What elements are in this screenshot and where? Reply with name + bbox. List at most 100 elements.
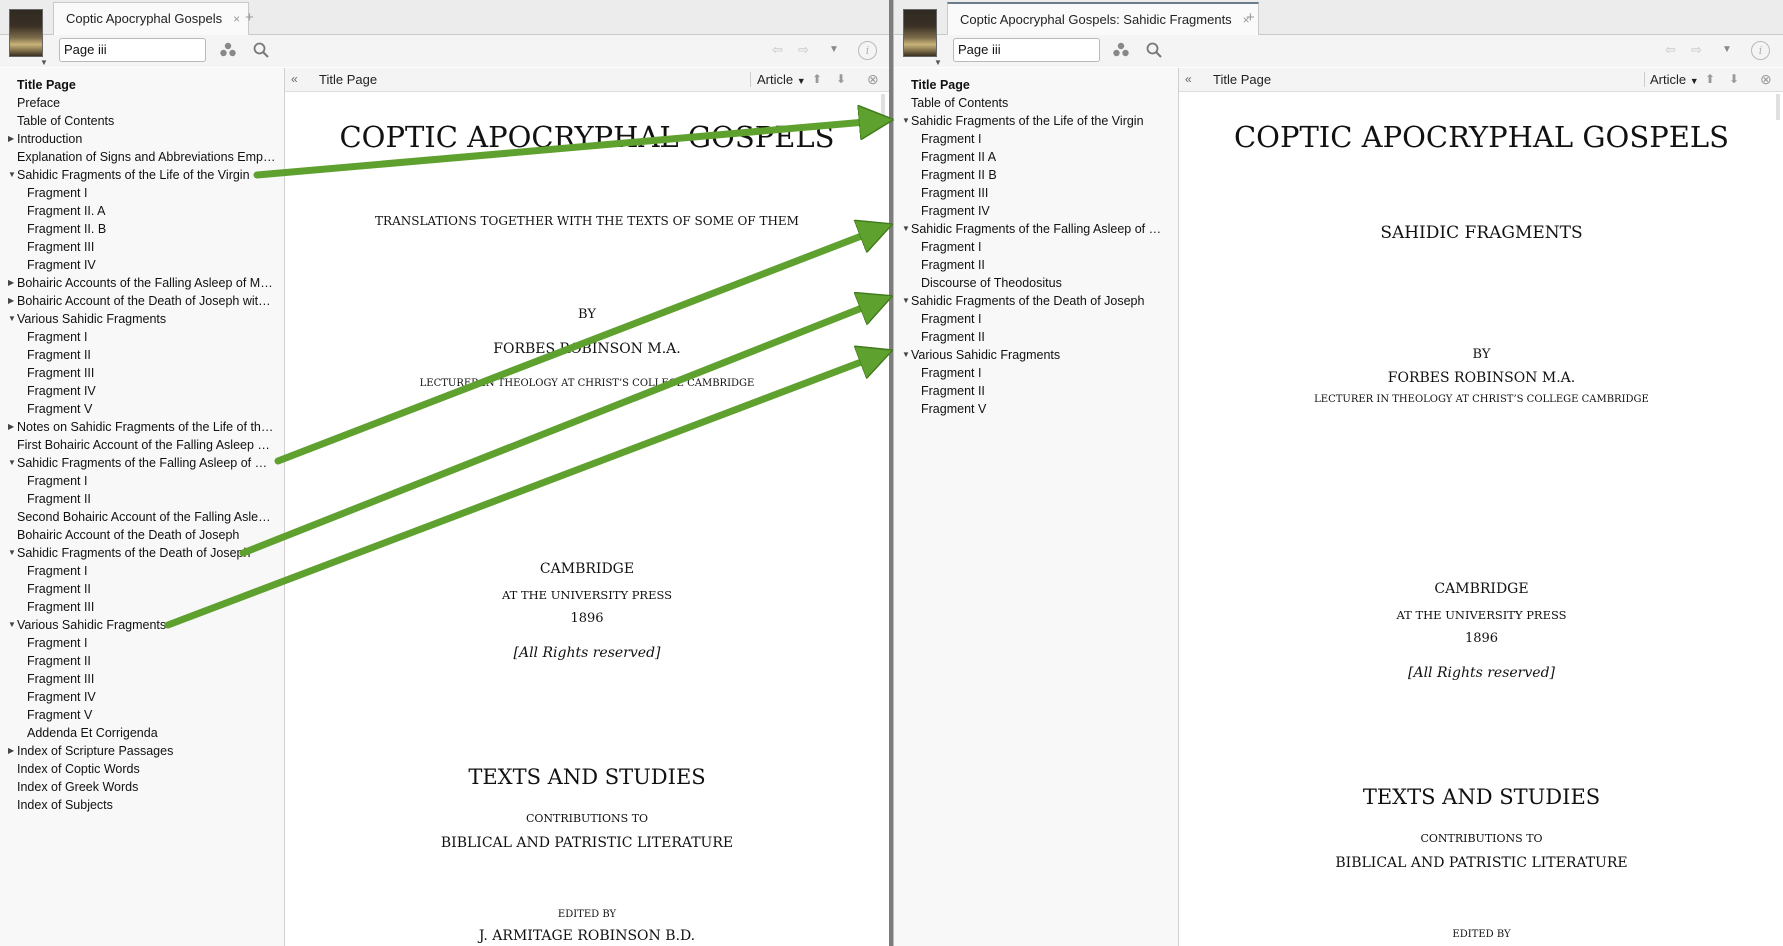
info-icon[interactable]: i bbox=[858, 41, 877, 60]
back-arrow-icon[interactable]: ⇦ bbox=[772, 42, 783, 58]
toc-item[interactable]: Discourse of Theodositus bbox=[921, 275, 1170, 291]
toc-item[interactable]: Fragment I bbox=[27, 329, 276, 345]
toc-item[interactable]: Fragment II bbox=[27, 653, 276, 669]
dropdown-icon[interactable]: ▼ bbox=[1722, 44, 1732, 55]
thumbnail-dropdown-icon[interactable]: ▼ bbox=[934, 58, 942, 67]
toc-item[interactable]: Fragment II. A bbox=[27, 203, 276, 219]
toc-item[interactable]: Fragment V bbox=[921, 401, 1170, 417]
toc-item[interactable]: Fragment IV bbox=[921, 203, 1170, 219]
toc-item[interactable]: Fragment V bbox=[27, 707, 276, 723]
toc-item[interactable]: Fragment II bbox=[27, 581, 276, 597]
expanded-triangle-icon[interactable]: ▼ bbox=[8, 455, 16, 471]
close-circle-icon[interactable]: ⊗ bbox=[867, 68, 879, 91]
toc-item[interactable]: Various Sahidic Fragments bbox=[911, 347, 1170, 363]
people-icon[interactable] bbox=[1112, 41, 1130, 59]
new-tab-button[interactable]: + bbox=[245, 4, 254, 32]
toc-item[interactable]: Addenda Et Corrigenda bbox=[27, 725, 276, 741]
info-icon[interactable]: i bbox=[1751, 41, 1770, 60]
close-circle-icon[interactable]: ⊗ bbox=[1760, 68, 1772, 91]
toc-item[interactable]: Sahidic Fragments of the Life of the Vir… bbox=[17, 167, 276, 183]
toc-item[interactable]: Index of Subjects bbox=[17, 797, 276, 813]
toc-item[interactable]: Table of Contents bbox=[17, 113, 276, 129]
toc-item[interactable]: Fragment IV bbox=[27, 257, 276, 273]
toc-item[interactable]: Fragment V bbox=[27, 401, 276, 417]
tab-coptic-apocryphal-gospels[interactable]: Coptic Apocryphal Gospels × bbox=[53, 2, 250, 35]
back-arrow-icon[interactable]: ⇦ bbox=[1665, 42, 1676, 58]
toc-item[interactable]: Fragment II bbox=[921, 257, 1170, 273]
toc-item[interactable]: Fragment I bbox=[921, 311, 1170, 327]
collapsed-triangle-icon[interactable]: ▶ bbox=[8, 131, 14, 147]
down-arrow-icon[interactable]: ⬇ bbox=[836, 68, 846, 91]
up-arrow-icon[interactable]: ⬆ bbox=[812, 68, 822, 91]
toc-item[interactable]: Fragment I bbox=[27, 473, 276, 489]
expanded-triangle-icon[interactable]: ▼ bbox=[902, 293, 910, 309]
thumbnail-dropdown-icon[interactable]: ▼ bbox=[40, 58, 48, 67]
expanded-triangle-icon[interactable]: ▼ bbox=[902, 347, 910, 363]
toc-item[interactable]: Fragment IV bbox=[27, 383, 276, 399]
toc-item[interactable]: Fragment III bbox=[921, 185, 1170, 201]
collapsed-triangle-icon[interactable]: ▶ bbox=[8, 743, 14, 759]
collapsed-triangle-icon[interactable]: ▶ bbox=[8, 419, 14, 435]
toc-item[interactable]: Various Sahidic Fragments bbox=[17, 617, 276, 633]
collapse-sidebar-icon[interactable]: « bbox=[1185, 68, 1192, 91]
collapsed-triangle-icon[interactable]: ▶ bbox=[8, 293, 14, 309]
toc-item[interactable]: Sahidic Fragments of the Death of Joseph bbox=[911, 293, 1170, 309]
toc-item[interactable]: Fragment I bbox=[921, 239, 1170, 255]
toc-item[interactable]: Fragment III bbox=[27, 671, 276, 687]
people-icon[interactable] bbox=[219, 41, 237, 59]
toc-item[interactable]: Fragment I bbox=[27, 635, 276, 651]
toc-item[interactable]: Fragment I bbox=[27, 563, 276, 579]
collapsed-triangle-icon[interactable]: ▶ bbox=[8, 275, 14, 291]
collapse-sidebar-icon[interactable]: « bbox=[291, 68, 298, 91]
toc-item[interactable]: Bohairic Accounts of the Falling Asleep … bbox=[17, 275, 276, 291]
toc-item[interactable]: Fragment I bbox=[921, 365, 1170, 381]
toc-item[interactable]: Fragment II B bbox=[921, 167, 1170, 183]
toc-item[interactable]: Sahidic Fragments of the Death of Joseph bbox=[17, 545, 276, 561]
toc-item[interactable]: Index of Greek Words bbox=[17, 779, 276, 795]
toc-item[interactable]: Title Page bbox=[911, 77, 1170, 93]
toc-item[interactable]: Fragment IV bbox=[27, 689, 276, 705]
toc-item[interactable]: Fragment II. B bbox=[27, 221, 276, 237]
expanded-triangle-icon[interactable]: ▼ bbox=[8, 617, 16, 633]
toc-item[interactable]: Various Sahidic Fragments bbox=[17, 311, 276, 327]
toc-item[interactable]: Sahidic Fragments of the Falling Asleep … bbox=[911, 221, 1170, 237]
toc-item[interactable]: Fragment I bbox=[921, 131, 1170, 147]
toc-item[interactable]: Sahidic Fragments of the Life of the Vir… bbox=[911, 113, 1170, 129]
toc-item[interactable]: Index of Coptic Words bbox=[17, 761, 276, 777]
forward-arrow-icon[interactable]: ⇨ bbox=[798, 42, 809, 58]
search-icon[interactable] bbox=[252, 41, 270, 59]
down-arrow-icon[interactable]: ⬇ bbox=[1729, 68, 1739, 91]
toc-item[interactable]: Fragment III bbox=[27, 365, 276, 381]
search-icon[interactable] bbox=[1145, 41, 1163, 59]
toc-item[interactable]: Index of Scripture Passages bbox=[17, 743, 276, 759]
tab-sahidic-fragments[interactable]: Coptic Apocryphal Gospels: Sahidic Fragm… bbox=[947, 2, 1259, 36]
toc-item[interactable]: Fragment I bbox=[27, 185, 276, 201]
book-cover-thumbnail[interactable] bbox=[904, 10, 936, 56]
search-input[interactable]: Page iii bbox=[59, 38, 206, 62]
toc-item[interactable]: Notes on Sahidic Fragments of the Life o… bbox=[17, 419, 276, 435]
dropdown-icon[interactable]: ▼ bbox=[829, 44, 839, 55]
expanded-triangle-icon[interactable]: ▼ bbox=[902, 221, 910, 237]
expanded-triangle-icon[interactable]: ▼ bbox=[8, 167, 16, 183]
expanded-triangle-icon[interactable]: ▼ bbox=[902, 113, 910, 129]
toc-item[interactable]: Fragment II bbox=[27, 347, 276, 363]
toc-item[interactable]: Table of Contents bbox=[911, 95, 1170, 111]
toc-item[interactable]: Second Bohairic Account of the Falling A… bbox=[17, 509, 276, 525]
toc-item[interactable]: Fragment II bbox=[27, 491, 276, 507]
toc-item[interactable]: Fragment III bbox=[27, 599, 276, 615]
search-input[interactable]: Page iii bbox=[953, 38, 1100, 62]
book-cover-thumbnail[interactable] bbox=[10, 10, 42, 56]
toc-item[interactable]: Title Page bbox=[17, 77, 276, 93]
expanded-triangle-icon[interactable]: ▼ bbox=[8, 545, 16, 561]
toc-item[interactable]: Explanation of Signs and Abbreviations E… bbox=[17, 149, 276, 165]
view-mode-dropdown[interactable]: Article ▼ bbox=[1650, 68, 1699, 93]
view-mode-dropdown[interactable]: Article ▼ bbox=[757, 68, 806, 93]
toc-item[interactable]: Fragment III bbox=[27, 239, 276, 255]
up-arrow-icon[interactable]: ⬆ bbox=[1705, 68, 1715, 91]
toc-item[interactable]: First Bohairic Account of the Falling As… bbox=[17, 437, 276, 453]
scrollbar[interactable] bbox=[1776, 94, 1780, 120]
toc-item[interactable]: Sahidic Fragments of the Falling Asleep … bbox=[17, 455, 276, 471]
toc-item[interactable]: Bohairic Account of the Death of Joseph bbox=[17, 527, 276, 543]
expanded-triangle-icon[interactable]: ▼ bbox=[8, 311, 16, 327]
new-tab-button[interactable]: + bbox=[1246, 4, 1255, 32]
